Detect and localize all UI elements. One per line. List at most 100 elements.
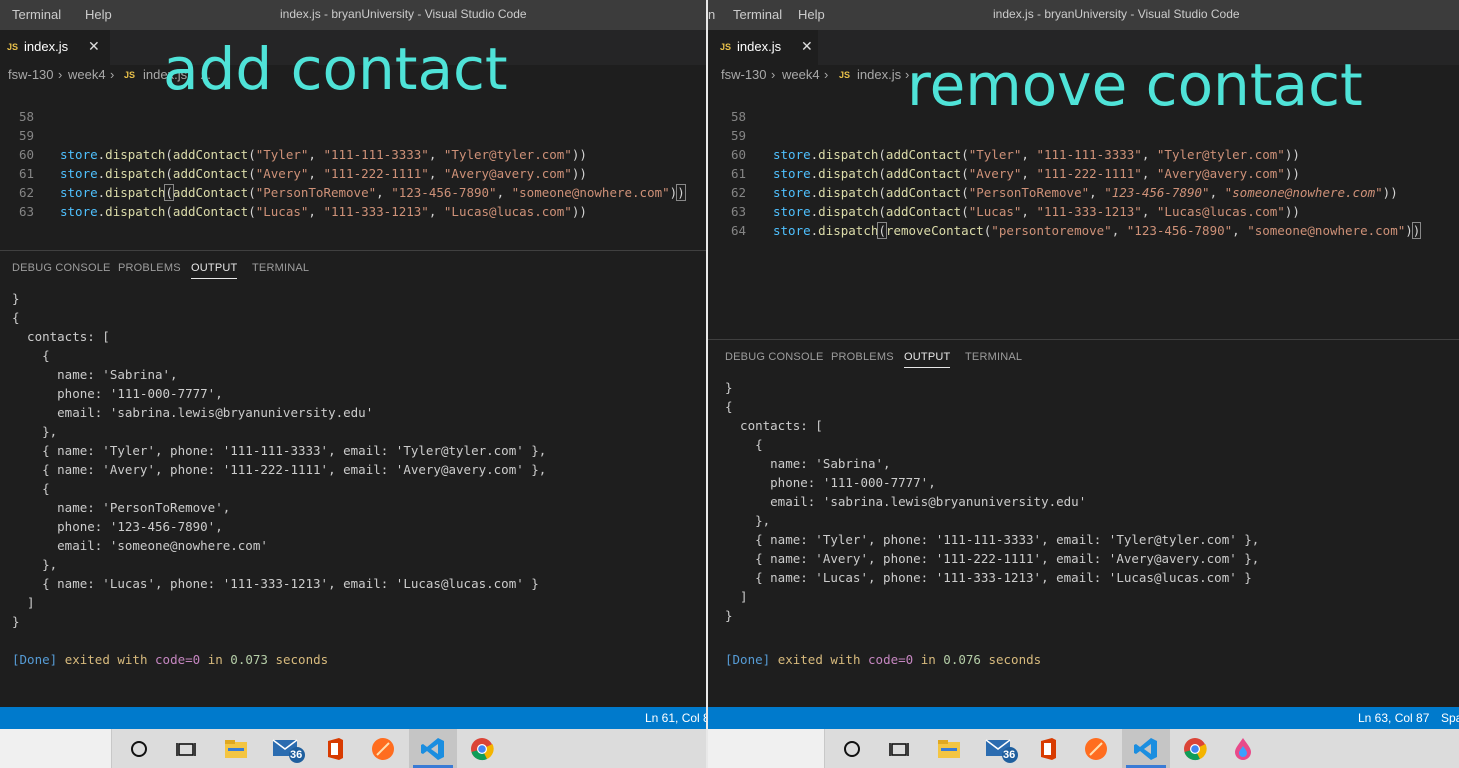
- code-token: dispatch: [105, 185, 166, 200]
- file-explorer-icon[interactable]: [936, 736, 962, 762]
- title-bar: Terminal Help index.js - bryanUniversity…: [0, 0, 706, 30]
- chevron-right-icon: ›: [824, 67, 829, 82]
- code-token: store: [773, 185, 811, 200]
- tab-output[interactable]: OUTPUT: [191, 262, 238, 279]
- output-line: {: [12, 310, 20, 325]
- bottom-panel: DEBUG CONSOLE PROBLEMS OUTPUT TERMINAL }…: [708, 339, 1459, 707]
- tab-output[interactable]: OUTPUT: [904, 351, 951, 368]
- output-line: phone: '111-000-7777',: [12, 386, 223, 401]
- code-token: store: [773, 147, 811, 162]
- cortana-icon[interactable]: [839, 736, 865, 762]
- code-token: addContact: [172, 147, 249, 162]
- file-explorer-icon[interactable]: [223, 736, 249, 762]
- breadcrumb-folder[interactable]: fsw-130: [8, 67, 54, 82]
- js-file-icon: JS: [720, 42, 732, 52]
- code-token: addContact: [172, 185, 249, 200]
- output-line: email: 'someone@nowhere.com': [12, 538, 268, 553]
- mail-icon[interactable]: 36: [985, 736, 1019, 763]
- menu-terminal[interactable]: Terminal: [733, 7, 782, 22]
- code-token: dispatch: [818, 185, 879, 200]
- code-line: 59 store.dispatch(addContact("Tyler", "1…: [708, 107, 1300, 162]
- output-line: { name: 'Avery', phone: '111-222-1111', …: [725, 551, 1260, 566]
- output-line: name: 'Sabrina',: [12, 367, 178, 382]
- code-token: dispatch: [105, 147, 166, 162]
- mail-icon[interactable]: 36: [272, 736, 306, 763]
- code-token: store: [60, 204, 98, 219]
- taskbar-search[interactable]: [708, 729, 825, 768]
- code-string: "Tyler": [968, 147, 1022, 162]
- tab-terminal[interactable]: TERMINAL: [252, 262, 309, 274]
- breadcrumb-folder[interactable]: fsw-130: [721, 67, 767, 82]
- menu-help[interactable]: Help: [798, 7, 825, 22]
- code-string: "Tyler": [255, 147, 309, 162]
- breadcrumb-file[interactable]: index.js: [857, 67, 901, 82]
- code-string: "111-333-1213": [1036, 204, 1142, 219]
- close-icon[interactable]: ✕: [88, 38, 100, 55]
- code-string: "Lucas@lucas.com": [443, 204, 572, 219]
- output-line: { name: 'Tyler', phone: '111-111-3333', …: [12, 443, 547, 458]
- tab-terminal[interactable]: TERMINAL: [965, 351, 1022, 363]
- code-editor[interactable]: 58 59 store.dispatch(addContact("Tyler",…: [0, 87, 706, 249]
- tab-debug-console[interactable]: DEBUG CONSOLE: [12, 262, 111, 274]
- code-string: "someone@nowhere.com": [1224, 185, 1383, 200]
- mail-badge: 36: [1003, 749, 1016, 761]
- tab-problems[interactable]: PROBLEMS: [831, 351, 894, 363]
- chevron-right-icon: ›: [58, 67, 63, 82]
- code-line: 58: [708, 88, 753, 124]
- output-line: phone: '111-000-7777',: [725, 475, 936, 490]
- chevron-right-icon: ›: [110, 67, 115, 82]
- output-line: { name: 'Lucas', phone: '111-333-1213', …: [725, 570, 1252, 585]
- breadcrumb-folder[interactable]: week4: [782, 67, 820, 82]
- code-string: "123-456-7890": [1104, 185, 1210, 200]
- office-icon[interactable]: [322, 736, 348, 762]
- chevron-right-icon: ›: [771, 67, 776, 82]
- chrome-icon[interactable]: [469, 736, 495, 762]
- code-line: 61 store.dispatch(addContact("PersonToRe…: [0, 145, 686, 201]
- output-line: {: [12, 481, 50, 496]
- line-number: 64: [730, 223, 746, 238]
- code-string: "111-222-1111": [323, 166, 429, 181]
- menu-help[interactable]: Help: [85, 7, 112, 22]
- paint-drop-icon[interactable]: [1230, 736, 1256, 762]
- firefox-icon[interactable]: [1083, 736, 1109, 762]
- cursor-position[interactable]: Ln 63, Col 87: [1358, 711, 1429, 725]
- code-string: "PersonToRemove": [968, 185, 1090, 200]
- status-indentation[interactable]: Spa: [1441, 711, 1459, 725]
- code-string: "111-333-1213": [323, 204, 429, 219]
- close-icon[interactable]: ✕: [801, 38, 813, 55]
- task-view-icon[interactable]: [174, 736, 200, 762]
- taskbar-search[interactable]: [0, 729, 112, 768]
- code-string: "Tyler@tyler.com": [1156, 147, 1285, 162]
- code-editor[interactable]: 58 59 store.dispatch(addContact("Tyler",…: [708, 87, 1459, 339]
- tab-debug-console[interactable]: DEBUG CONSOLE: [725, 351, 824, 363]
- js-file-icon: JS: [839, 70, 851, 80]
- tab-problems[interactable]: PROBLEMS: [118, 262, 181, 274]
- chrome-icon[interactable]: [1182, 736, 1208, 762]
- output-console[interactable]: } { contacts: [ { name: 'Sabrina', phone…: [708, 378, 1459, 708]
- cursor-position[interactable]: Ln 61, Col 8: [645, 711, 706, 725]
- code-token: addContact: [885, 166, 962, 181]
- code-token: dispatch: [818, 223, 879, 238]
- tab-label: index.js: [737, 39, 782, 54]
- output-line: contacts: [: [12, 329, 110, 344]
- title-bar: n Terminal Help index.js - bryanUniversi…: [708, 0, 1459, 30]
- cortana-icon[interactable]: [126, 736, 152, 762]
- office-icon[interactable]: [1035, 736, 1061, 762]
- menu-terminal[interactable]: Terminal: [12, 7, 61, 22]
- output-line: { name: 'Lucas', phone: '111-333-1213', …: [12, 576, 539, 591]
- tab-index-js[interactable]: JS index.js ✕: [708, 30, 818, 65]
- task-view-icon[interactable]: [887, 736, 913, 762]
- window-title: index.js - bryanUniversity - Visual Stud…: [280, 7, 527, 21]
- code-string: "someone@nowhere.com": [1247, 223, 1406, 238]
- menu-partial[interactable]: n: [708, 7, 715, 22]
- vscode-icon[interactable]: [1133, 736, 1159, 762]
- firefox-icon[interactable]: [370, 736, 396, 762]
- breadcrumb-folder[interactable]: week4: [68, 67, 106, 82]
- code-string: "Lucas": [968, 204, 1022, 219]
- output-line: name: 'PersonToRemove',: [12, 500, 231, 515]
- output-line: phone: '123-456-7890',: [12, 519, 223, 534]
- vscode-icon[interactable]: [420, 736, 446, 762]
- tab-index-js[interactable]: JS index.js ✕: [0, 30, 110, 65]
- output-console[interactable]: } { contacts: [ { name: 'Sabrina', phone…: [0, 289, 706, 709]
- output-line: }: [12, 614, 20, 629]
